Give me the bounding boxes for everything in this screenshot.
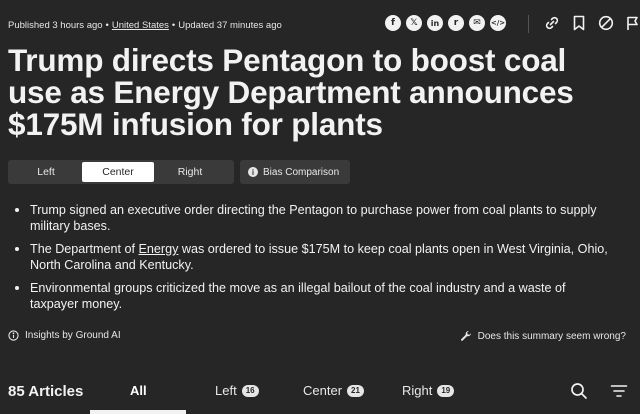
active-tab-indicator: [90, 410, 186, 414]
bias-tab-center[interactable]: Center: [82, 162, 154, 182]
section-link[interactable]: United States: [112, 20, 169, 31]
published-time: Published 3 hours ago: [8, 20, 103, 31]
tab-left[interactable]: Left 16: [215, 383, 259, 398]
article-meta: Published 3 hours ago • United States • Upda…: [8, 20, 282, 31]
linkedin-icon[interactable]: in: [427, 15, 443, 31]
insights-credit[interactable]: Insights by Ground AI: [8, 330, 121, 341]
x-icon[interactable]: 𝕏: [406, 15, 422, 31]
energy-link[interactable]: Energy: [139, 242, 179, 256]
meta-separator: •: [171, 20, 176, 31]
tab-right[interactable]: Right 19: [402, 383, 455, 398]
bias-comparison-button[interactable]: i Bias Comparison: [240, 160, 350, 184]
bias-comparison-label: Bias Comparison: [263, 166, 340, 178]
summary-text: Environmental groups criticized the move…: [30, 281, 566, 311]
feedback-label: Does this summary seem wrong?: [477, 330, 626, 342]
info-circle-icon: [8, 330, 19, 341]
summary-bullet: Environmental groups criticized the move…: [10, 280, 610, 312]
summary-text: Trump signed an executive order directin…: [30, 203, 597, 233]
filter-icon[interactable]: [610, 384, 628, 403]
tab-center[interactable]: Center 21: [303, 383, 364, 398]
count-badge: 16: [241, 384, 259, 397]
count-badge: 19: [437, 384, 455, 397]
share-bar: f 𝕏 in r ✉ </>: [385, 15, 506, 31]
info-icon: i: [248, 167, 258, 177]
toolbar-divider: [528, 15, 529, 33]
reddit-icon[interactable]: r: [448, 15, 464, 31]
updated-time: Updated 37 minutes ago: [178, 20, 282, 31]
tab-all[interactable]: All: [130, 383, 147, 398]
insights-label: Insights by Ground AI: [25, 330, 121, 341]
bias-tab-left[interactable]: Left: [8, 162, 84, 182]
search-icon[interactable]: [570, 382, 588, 405]
summary-text: The Department of: [30, 242, 139, 256]
tab-label: Center: [303, 383, 343, 398]
tab-label: Left: [215, 383, 237, 398]
link-icon[interactable]: [543, 14, 561, 32]
summary-bullet: Trump signed an executive order directin…: [10, 202, 610, 234]
article-headline: Trump directs Pentagon to boost coal use…: [8, 42, 574, 142]
email-icon[interactable]: ✉: [469, 15, 485, 31]
summary-feedback-button[interactable]: Does this summary seem wrong?: [460, 330, 626, 342]
tab-label: Right: [402, 383, 433, 398]
block-icon[interactable]: [597, 14, 615, 32]
facebook-icon[interactable]: f: [385, 15, 401, 31]
bias-tab-right[interactable]: Right: [152, 162, 228, 182]
article-tools: [543, 14, 640, 32]
flag-icon[interactable]: [624, 14, 640, 32]
embed-icon[interactable]: </>: [490, 15, 506, 31]
count-badge: 21: [347, 384, 364, 397]
bookmark-icon[interactable]: [570, 14, 588, 32]
summary-list: Trump signed an executive order directin…: [10, 202, 610, 319]
tab-label: All: [130, 383, 147, 398]
meta-separator: •: [105, 20, 109, 31]
wrench-icon: [460, 330, 471, 341]
bias-toggle: Left Center Right: [8, 160, 234, 184]
summary-bullet: The Department of Energy was ordered to …: [10, 241, 610, 273]
